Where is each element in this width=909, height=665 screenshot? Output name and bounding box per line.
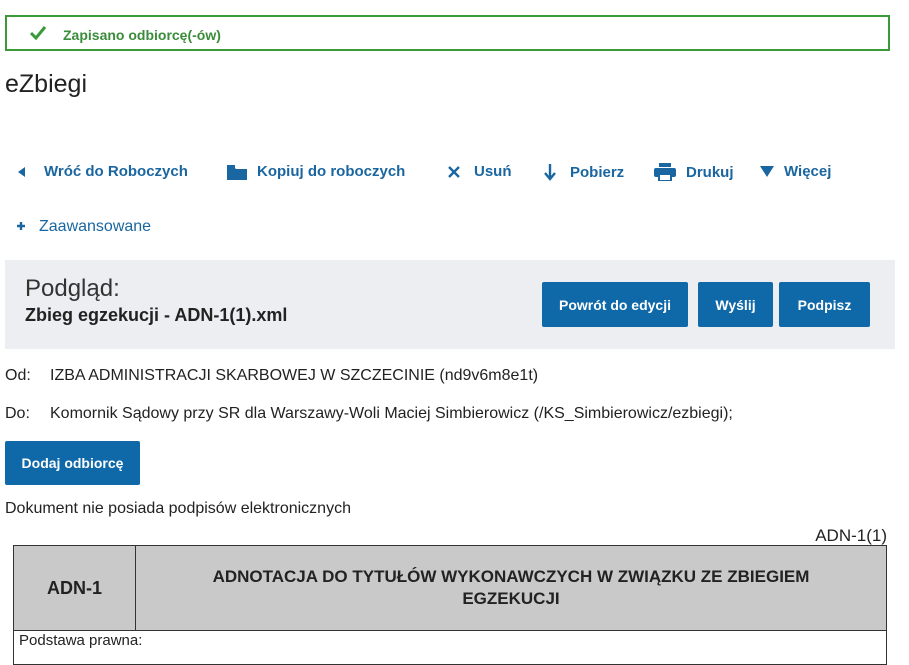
download-link[interactable]: Pobierz bbox=[544, 163, 624, 181]
to-label: Do: bbox=[5, 405, 30, 422]
more-label: Więcej bbox=[784, 163, 832, 180]
document-code: ADN-1 bbox=[14, 546, 136, 630]
add-recipient-button[interactable]: Dodaj odbiorcę bbox=[5, 441, 140, 485]
print-label: Drukuj bbox=[686, 163, 734, 181]
back-to-edit-button[interactable]: Powrót do edycji bbox=[542, 282, 688, 327]
no-signatures-notice: Dokument nie posiada podpisów elektronic… bbox=[5, 500, 351, 517]
close-icon bbox=[448, 165, 460, 178]
back-to-drafts-label: Wróć do Roboczych bbox=[44, 163, 188, 180]
plus-icon bbox=[16, 218, 26, 236]
send-button[interactable]: Wyślij bbox=[698, 282, 773, 327]
caret-left-icon bbox=[18, 166, 26, 177]
copy-to-drafts-link[interactable]: Kopiuj do roboczych bbox=[227, 163, 405, 180]
preview-panel: Podgląd: Zbieg egzekucji - ADN-1(1).xml … bbox=[5, 260, 895, 349]
delete-link[interactable]: Usuń bbox=[448, 163, 512, 180]
download-arrow-icon bbox=[544, 163, 556, 181]
advanced-link[interactable]: Zaawansowane bbox=[16, 218, 151, 236]
preview-filename: Zbieg egzekucji - ADN-1(1).xml bbox=[25, 305, 288, 325]
sender-row: Od: IZBA ADMINISTRACJI SKARBOWEJ W SZCZEC… bbox=[5, 367, 538, 385]
back-to-drafts-link[interactable]: Wróć do Roboczych bbox=[18, 163, 188, 180]
print-link[interactable]: Drukuj bbox=[654, 163, 734, 181]
to-value: Komornik Sądowy przy SR dla Warszawy-Wol… bbox=[50, 405, 733, 422]
check-icon bbox=[29, 25, 47, 46]
folder-icon bbox=[227, 164, 247, 180]
document-header: ADN-1 ADNOTACJA DO TYTUŁÓW WYKONAWCZYCH … bbox=[14, 546, 886, 631]
sign-button[interactable]: Podpisz bbox=[779, 282, 870, 327]
document-id: ADN-1(1) bbox=[815, 526, 887, 545]
success-alert: Zapisano odbiorcę(-ów) bbox=[5, 15, 890, 51]
more-link[interactable]: Więcej bbox=[760, 163, 831, 180]
legal-basis-label: Podstawa prawna: bbox=[19, 632, 143, 649]
copy-to-drafts-label: Kopiuj do roboczych bbox=[257, 163, 406, 180]
document-table: ADN-1 ADNOTACJA DO TYTUŁÓW WYKONAWCZYCH … bbox=[13, 545, 887, 665]
from-label: Od: bbox=[5, 367, 31, 384]
advanced-label: Zaawansowane bbox=[39, 218, 152, 235]
document-heading: ADNOTACJA DO TYTUŁÓW WYKONAWCZYCH W ZWIĄ… bbox=[212, 567, 810, 608]
from-value: IZBA ADMINISTRACJI SKARBOWEJ W SZCZECINI… bbox=[50, 367, 539, 384]
caret-down-icon bbox=[760, 166, 774, 177]
preview-title: Podgląd: bbox=[25, 275, 120, 302]
printer-icon bbox=[654, 163, 676, 181]
recipient-row: Do: Komornik Sądowy przy SR dla Warszawy-… bbox=[5, 405, 733, 423]
download-label: Pobierz bbox=[570, 163, 625, 181]
app-title: eZbiegi bbox=[5, 70, 87, 98]
alert-message: Zapisano odbiorcę(-ów) bbox=[63, 27, 221, 43]
delete-label: Usuń bbox=[474, 163, 512, 180]
